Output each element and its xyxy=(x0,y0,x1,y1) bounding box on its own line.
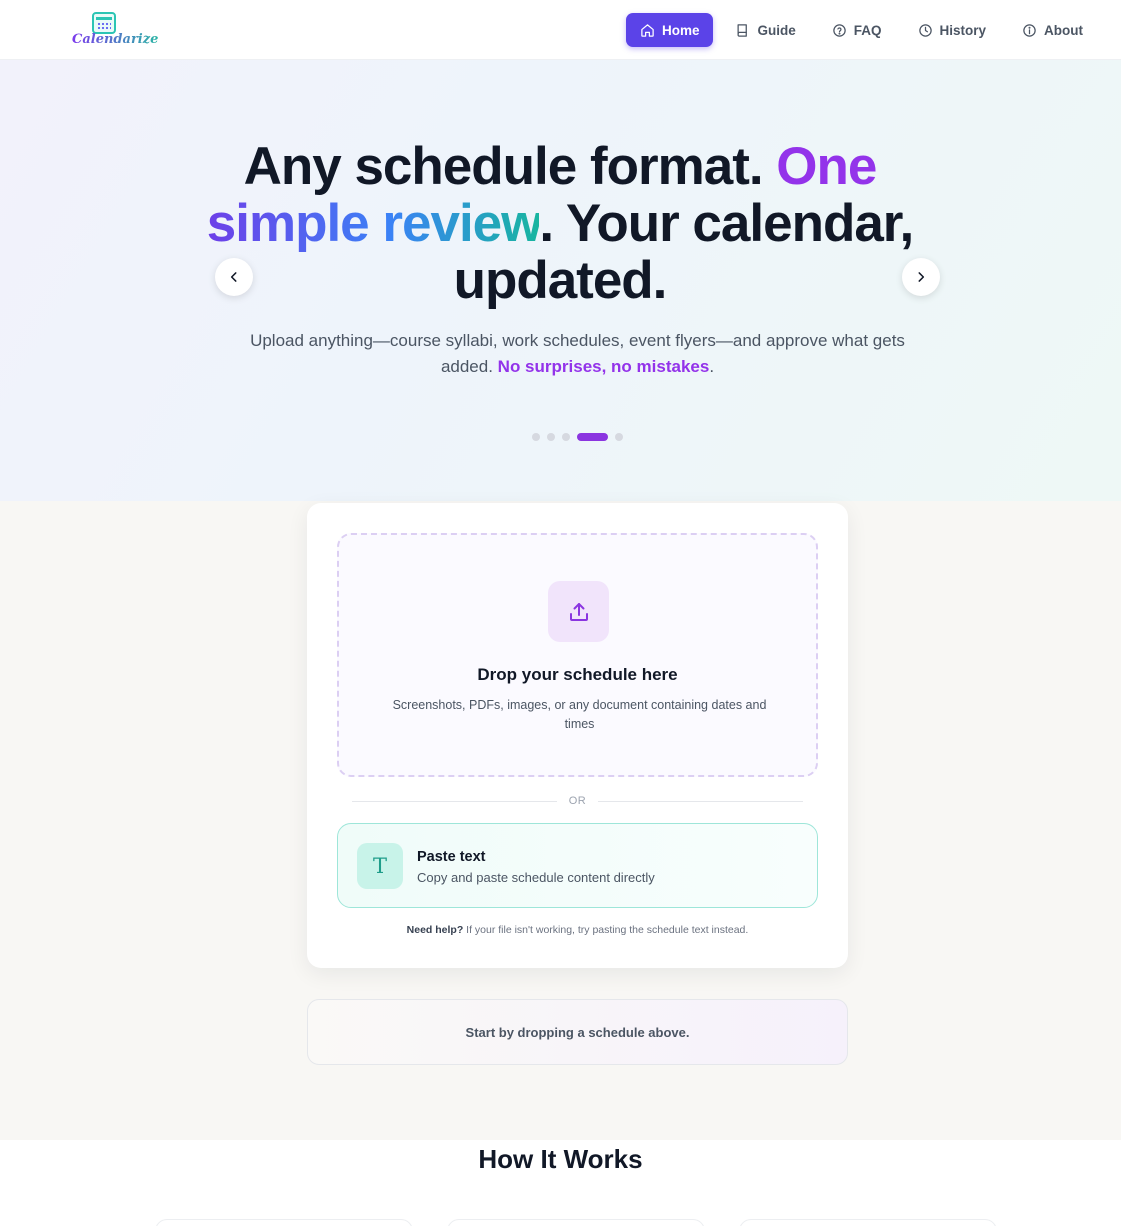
nav-item-home[interactable]: Home xyxy=(625,13,714,47)
how-it-works-title: How It Works xyxy=(478,1144,643,1174)
text-icon: T xyxy=(357,843,403,889)
carousel-next-button[interactable] xyxy=(902,258,940,296)
nav-item-label: Home xyxy=(661,22,700,38)
chevron-right-icon xyxy=(918,272,925,282)
how-it-works-card xyxy=(447,1219,705,1226)
carousel-indicators xyxy=(532,433,623,441)
or-divider: OR xyxy=(352,793,803,809)
paste-text-description: Copy and paste schedule content directly xyxy=(417,870,655,885)
nav-item-faq[interactable]: FAQ xyxy=(818,13,896,47)
brand-logo[interactable]: Calendarize xyxy=(70,12,158,52)
help-note-text: If your file isn't working, try pasting … xyxy=(463,924,749,936)
paste-text-title: Paste text xyxy=(417,849,486,865)
hero-carousel: Any schedule format. One simple review. Y… xyxy=(0,60,1121,501)
brand-logo-text: Calendarize xyxy=(72,32,159,47)
paste-text-button[interactable]: T Paste text Copy and paste schedule con… xyxy=(337,823,818,908)
hero-subtitle-end: . xyxy=(709,357,715,376)
carousel-dot-1[interactable] xyxy=(532,433,540,441)
book-icon xyxy=(737,23,748,37)
carousel-dot-3[interactable] xyxy=(562,433,570,441)
hero-title-highlight-one: One xyxy=(776,137,877,196)
hero-subtitle-emphasis: No surprises, no mistakes xyxy=(497,357,710,376)
nav-item-label: FAQ xyxy=(853,22,882,38)
how-it-works-section: How It Works xyxy=(0,1140,1121,1226)
hero-title-part1: Any schedule format. xyxy=(243,137,777,196)
clock-icon xyxy=(918,23,932,37)
nav-links: Home Guide FAQ History About xyxy=(625,13,1097,47)
how-it-works-card xyxy=(739,1219,997,1226)
hero-title-highlight-review: simple review xyxy=(206,194,541,253)
status-message-box: Start by dropping a schedule above. xyxy=(307,999,848,1065)
top-nav: Calendarize Home Guide FAQ History About xyxy=(0,0,1121,60)
help-note: Need help? If your file isn't working, t… xyxy=(307,924,848,936)
nav-item-label: About xyxy=(1044,22,1083,38)
dropzone-title: Drop your schedule here xyxy=(477,665,678,684)
carousel-dot-4[interactable] xyxy=(577,433,608,441)
how-it-works-card xyxy=(155,1219,413,1226)
nav-item-guide[interactable]: Guide xyxy=(721,13,809,47)
divider-line xyxy=(352,800,557,802)
nav-item-history[interactable]: History xyxy=(904,13,1001,47)
nav-item-label: Guide xyxy=(757,22,796,38)
status-message: Start by dropping a schedule above. xyxy=(465,1024,690,1040)
help-note-bold: Need help? xyxy=(406,924,464,936)
file-dropzone[interactable]: Drop your schedule here Screenshots, PDF… xyxy=(337,533,818,777)
help-circle-icon xyxy=(832,23,846,37)
calendar-logo-icon xyxy=(92,12,116,34)
home-icon xyxy=(641,23,654,37)
carousel-dot-2[interactable] xyxy=(547,433,555,441)
carousel-dot-5[interactable] xyxy=(615,433,623,441)
hero-title: Any schedule format. One simple review. Y… xyxy=(160,138,960,309)
upload-icon xyxy=(569,602,588,621)
divider-line xyxy=(598,800,803,802)
info-icon xyxy=(1023,23,1036,37)
how-it-works-cards xyxy=(155,1219,997,1226)
hero-subtitle: Upload anything—course syllabi, work sch… xyxy=(250,328,905,380)
upload-card: Drop your schedule here Screenshots, PDF… xyxy=(307,503,848,968)
or-divider-label: OR xyxy=(568,795,587,807)
nav-item-label: History xyxy=(939,22,987,38)
upload-icon-tile xyxy=(548,581,609,642)
nav-item-about[interactable]: About xyxy=(1008,13,1097,47)
dropzone-description: Screenshots, PDFs, images, or any docume… xyxy=(392,698,767,731)
